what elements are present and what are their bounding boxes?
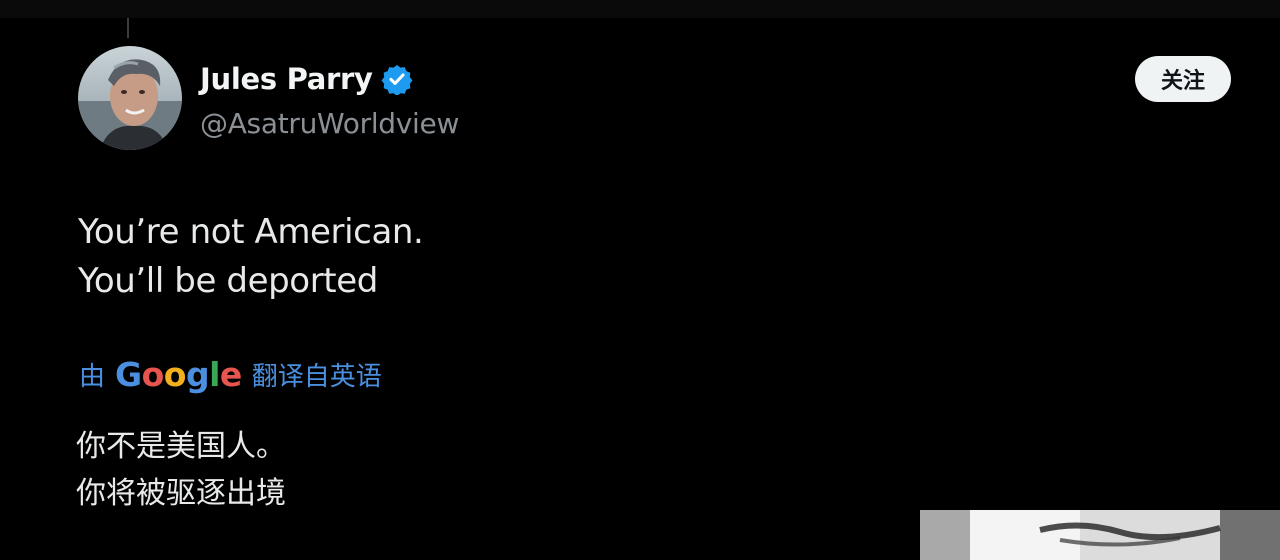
google-letter: g [185,354,210,394]
verified-badge-icon[interactable] [381,63,413,96]
translate-suffix: 翻译自英语 [251,361,382,392]
translate-prefix: 由 [79,361,106,392]
follow-button[interactable]: 关注 [1135,56,1231,102]
tweet-header: Jules Parry @AsatruWorldview [78,46,459,150]
author-names: Jules Parry @AsatruWorldview [200,57,459,140]
tweet-view: Jules Parry @AsatruWorldview 关注 You’re n… [0,0,1280,560]
avatar-image [78,46,182,150]
tweet-text: You’re not American. You’ll be deported [78,208,424,306]
avatar[interactable] [78,46,182,150]
google-letter: o [141,354,165,394]
google-letter: e [219,354,242,394]
google-letter: G [115,354,142,394]
translated-line-2: 你将被驱逐出境 [76,476,286,511]
watermark [920,510,1280,560]
top-bar [0,0,1280,18]
author-handle[interactable]: @AsatruWorldview [200,107,459,140]
tweet-line-1: You’re not American. [78,212,424,252]
translate-attribution[interactable]: 由 G o o g l e 翻译自英语 [79,352,382,396]
tweet-line-2: You’ll be deported [78,261,378,301]
google-letter: o [163,354,187,394]
display-name[interactable]: Jules Parry [200,62,373,96]
translated-line-1: 你不是美国人。 [76,429,286,464]
translated-text: 你不是美国人。 你将被驱逐出境 [76,423,286,517]
google-logo: G o o g l e [115,355,242,394]
thread-connector-line [127,18,129,38]
google-letter: l [209,354,220,394]
name-row: Jules Parry [200,57,459,101]
